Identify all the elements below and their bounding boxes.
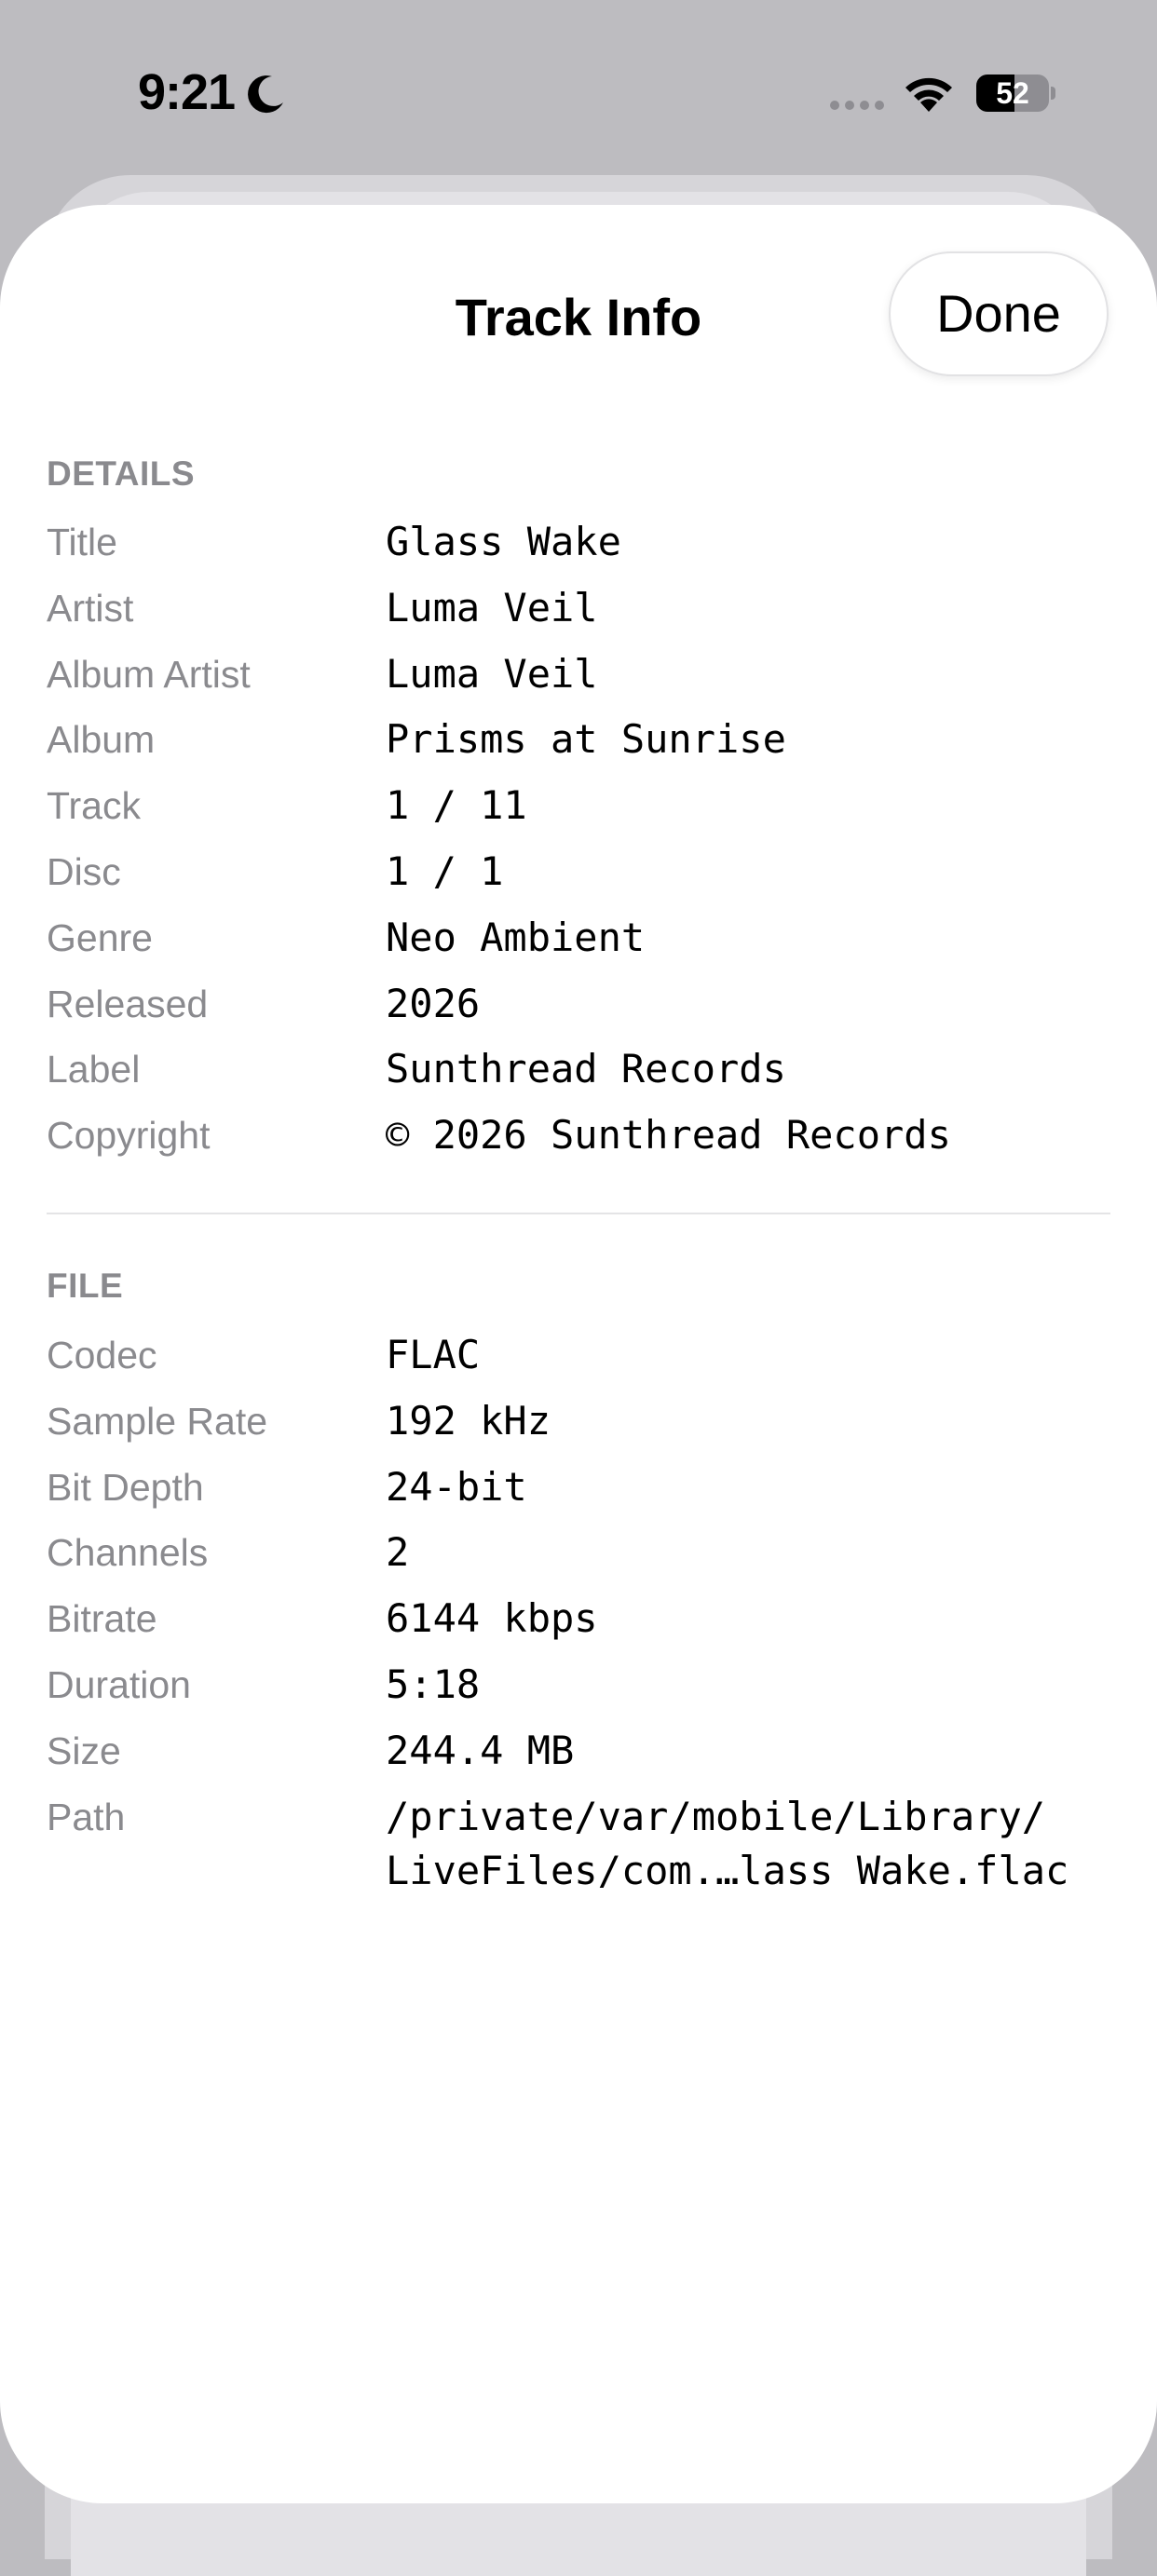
row-label: Bitrate — [47, 1597, 157, 1641]
row-label: Album — [47, 718, 156, 762]
row-value: 5:18 — [386, 1661, 481, 1707]
file-row-channels: Channels 2 — [47, 1528, 1118, 1594]
detail-row-album-artist: Album Artist Luma Veil — [47, 650, 1118, 716]
row-label: Label — [47, 1048, 141, 1091]
status-time: 9:21 — [138, 64, 236, 120]
row-value: 6144 kbps — [386, 1595, 598, 1642]
row-label: Channels — [47, 1531, 209, 1575]
details-list: Title Glass Wake Artist Luma Veil Album … — [47, 518, 1118, 1177]
path-line-1: /private/var/mobile/Library/ — [386, 1793, 1046, 1839]
row-value: 1 / 11 — [386, 782, 527, 829]
row-value: 192 kHz — [386, 1397, 551, 1444]
detail-row-label: Label Sunthread Records — [47, 1045, 1118, 1111]
battery-body: 52 — [976, 75, 1049, 112]
battery-percentage: 52 — [996, 76, 1029, 110]
row-value: Sunthread Records — [386, 1046, 786, 1092]
detail-row-disc: Disc 1 / 1 — [47, 847, 1118, 914]
row-value: 1 / 1 — [386, 847, 504, 894]
row-value: 244.4 MB — [386, 1727, 575, 1773]
track-info-sheet: Track Info Done DETAILS Title Glass Wake… — [0, 205, 1157, 2503]
row-value: 24-bit — [386, 1463, 527, 1510]
row-label: Track — [47, 784, 141, 828]
row-label: Path — [47, 1795, 126, 1838]
row-value: FLAC — [386, 1332, 481, 1377]
cellular-signal-icon — [830, 101, 884, 110]
path-value: /private/var/mobile/Library/ LiveFiles/c… — [386, 1790, 1069, 1898]
row-label: Released — [47, 982, 209, 1025]
row-value: Glass Wake — [386, 519, 621, 564]
detail-row-genre: Genre Neo Ambient — [47, 914, 1118, 980]
detail-row-copyright: Copyright © 2026 Sunthread Records — [47, 1111, 1118, 1177]
row-label: Codec — [47, 1334, 157, 1376]
detail-row-track: Track 1 / 11 — [47, 781, 1118, 847]
battery-tip — [1051, 87, 1055, 100]
row-label: Title — [47, 521, 117, 563]
detail-row-title: Title Glass Wake — [47, 518, 1118, 584]
row-label: Copyright — [47, 1114, 211, 1158]
file-row-sample-rate: Sample Rate 192 kHz — [47, 1397, 1118, 1463]
file-row-path: Path /private/var/mobile/Library/ LiveFi… — [47, 1793, 1118, 1914]
file-list: Codec FLAC Sample Rate 192 kHz Bit Depth… — [47, 1331, 1118, 1914]
row-value: Neo Ambient — [386, 914, 646, 960]
row-label: Disc — [47, 849, 121, 893]
details-section-header: DETAILS — [47, 454, 196, 493]
detail-row-album: Album Prisms at Sunrise — [47, 715, 1118, 781]
battery-indicator: 52 — [976, 75, 1055, 112]
detail-row-artist: Artist Luma Veil — [47, 584, 1118, 650]
row-label: Size — [47, 1729, 121, 1772]
file-row-bit-depth: Bit Depth 24-bit — [47, 1463, 1118, 1529]
status-bar: 9:21 52 — [0, 0, 1157, 177]
wifi-icon — [905, 77, 952, 112]
row-label: Genre — [47, 915, 153, 959]
detail-row-released: Released 2026 — [47, 980, 1118, 1046]
row-value: Luma Veil — [386, 584, 598, 630]
row-value: 2026 — [386, 980, 481, 1026]
row-value: Luma Veil — [386, 650, 598, 697]
done-button[interactable]: Done — [889, 251, 1109, 376]
file-row-duration: Duration 5:18 — [47, 1661, 1118, 1727]
file-row-codec: Codec FLAC — [47, 1331, 1118, 1397]
moon-icon — [248, 75, 283, 114]
file-row-bitrate: Bitrate 6144 kbps — [47, 1594, 1118, 1661]
row-value: Prisms at Sunrise — [386, 716, 786, 763]
path-line-2: LiveFiles/com.…lass Wake.flac — [386, 1847, 1069, 1893]
row-label: Sample Rate — [47, 1399, 268, 1443]
section-divider — [47, 1213, 1110, 1214]
row-label: Album Artist — [47, 652, 251, 696]
row-value: 2 — [386, 1529, 410, 1576]
row-label: Artist — [47, 586, 134, 630]
row-value: © 2026 Sunthread Records — [386, 1112, 951, 1159]
row-label: Duration — [47, 1662, 191, 1706]
file-section-header: FILE — [47, 1267, 124, 1305]
row-label: Bit Depth — [47, 1465, 204, 1509]
file-row-size: Size 244.4 MB — [47, 1727, 1118, 1793]
